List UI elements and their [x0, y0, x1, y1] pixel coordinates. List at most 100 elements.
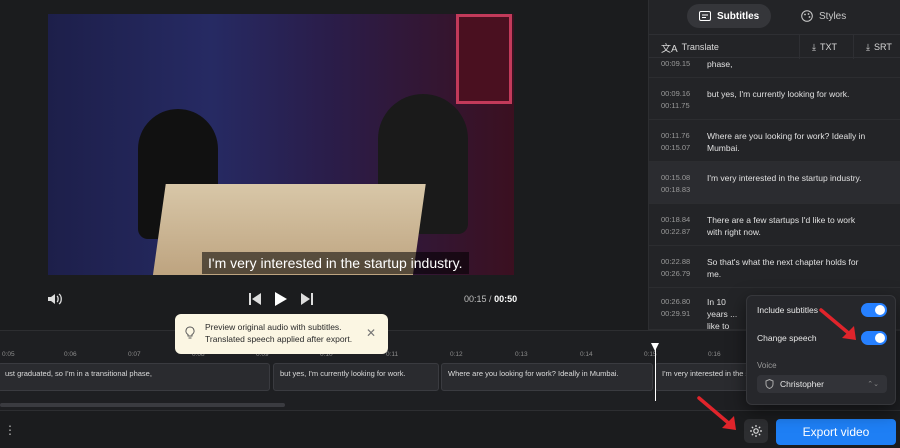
subtitle-end: 00:22.87 — [661, 227, 691, 236]
subtitle-overlay: I'm very interested in the startup indus… — [202, 252, 469, 274]
volume-icon[interactable] — [47, 292, 63, 306]
download-srt-button[interactable]: ⤓ SRT — [853, 35, 892, 59]
list-item[interactable]: 00:09.15 phase, — [649, 58, 900, 78]
list-item[interactable]: 00:18.84 00:22.87 There are a few startu… — [649, 204, 900, 246]
subtitle-times: 00:15.08 00:18.83 — [661, 172, 690, 196]
ruler-tick: 0:12 — [450, 351, 463, 358]
playback-time: 00:15 / 00:50 — [464, 294, 517, 304]
gear-icon — [750, 425, 762, 437]
chevron-updown-icon: ⌃⌄ — [867, 381, 879, 388]
video-stage: I'm very interested in the startup indus… — [0, 0, 648, 330]
editor-app: I'm very interested in the startup indus… — [0, 0, 900, 448]
subtitle-toolbar: 文A Translate ⤓ TXT ⤓ SRT — [649, 34, 900, 59]
playhead[interactable] — [655, 345, 656, 401]
subtitle-start: 00:09.15 — [661, 59, 691, 68]
voice-select[interactable]: Christopher ⌃⌄ — [757, 375, 887, 393]
next-icon[interactable] — [300, 292, 314, 306]
list-item[interactable]: 00:11.76 00:15.07 Where are you looking … — [649, 120, 900, 162]
ruler-tick: 0:13 — [515, 351, 528, 358]
subtitle-times: 00:09.15 — [661, 58, 690, 70]
subtitle-panel: Subtitles Styles 文A Translate ⤓ TXT ⤓ SR… — [648, 0, 900, 330]
ruler-tick: 0:11 — [386, 351, 399, 358]
translate-button[interactable]: 文A Translate — [661, 35, 719, 59]
time-separator: / — [489, 294, 492, 304]
export-video-button[interactable]: Export video — [776, 419, 896, 445]
ruler-tick: 0:16 — [708, 351, 721, 358]
tooltip-close-icon[interactable]: ✕ — [366, 327, 376, 339]
subtitle-end: 00:18.83 — [661, 185, 691, 194]
tooltip-line-2: Translated speech applied after export. — [205, 334, 353, 344]
timeline-scrollbar[interactable] — [0, 403, 285, 407]
subtitle-end: 00:15.07 — [661, 143, 691, 152]
subtitle-text[interactable]: I'm very interested in the startup indus… — [707, 172, 867, 184]
palette-icon — [801, 10, 813, 22]
include-subtitles-toggle[interactable] — [861, 303, 887, 317]
download-icon: ⤓ — [866, 41, 870, 52]
ruler-tick: 0:05 — [2, 351, 15, 358]
change-speech-toggle[interactable] — [861, 331, 887, 345]
subtitle-start: 00:09.16 — [661, 89, 691, 98]
subtitle-text[interactable]: In 10 years ... like to hav... — [707, 296, 747, 330]
voice-shield-icon — [765, 379, 774, 389]
subtitle-times: 00:26.80 00:29.91 — [661, 296, 690, 320]
ruler-tick: 0:14 — [580, 351, 593, 358]
change-speech-label: Change speech — [757, 333, 817, 343]
subtitle-clip[interactable]: Where are you looking for work? Ideally … — [441, 363, 653, 391]
list-item[interactable]: 00:09.16 00:11.75 but yes, I'm currently… — [649, 78, 900, 120]
list-item-selected[interactable]: 00:15.08 00:18.83 I'm very interested in… — [649, 162, 900, 204]
download-icon: ⤓ — [812, 41, 816, 52]
video-preview[interactable]: I'm very interested in the startup indus… — [48, 14, 514, 275]
translate-icon: 文A — [661, 43, 678, 55]
txt-label: TXT — [819, 42, 837, 52]
include-subtitles-label: Include subtitles — [757, 305, 818, 315]
tab-styles-label: Styles — [819, 10, 847, 22]
subtitle-start: 00:18.84 — [661, 215, 691, 224]
subtitle-times: 00:11.76 00:15.07 — [661, 130, 690, 154]
voice-label: Voice — [757, 361, 777, 370]
subtitle-clip[interactable]: ust graduated, so I'm in a transitional … — [0, 363, 270, 391]
subtitle-end: 00:29.91 — [661, 309, 691, 318]
play-icon[interactable] — [274, 291, 288, 307]
subtitle-end: 00:11.75 — [661, 101, 690, 110]
subtitle-start: 00:22.88 — [661, 257, 691, 266]
subtitle-text[interactable]: but yes, I'm currently looking for work. — [707, 88, 867, 100]
tooltip-line-1: Preview original audio with subtitles. — [205, 322, 342, 332]
subtitle-times: 00:18.84 00:22.87 — [661, 214, 690, 238]
annotation-arrow-icon — [697, 396, 736, 430]
wall-frame-art — [456, 14, 512, 104]
tab-subtitles-label: Subtitles — [717, 10, 760, 22]
subtitle-text[interactable]: There are a few startups I'd like to wor… — [707, 214, 867, 238]
subtitle-start: 00:11.76 — [661, 131, 690, 140]
translate-label: Translate — [681, 42, 719, 52]
list-item[interactable]: 00:22.88 00:26.79 So that's what the nex… — [649, 246, 900, 288]
panel-tabs: Subtitles Styles — [649, 0, 900, 32]
subtitles-icon — [699, 11, 711, 21]
more-options-icon[interactable]: ⋮ — [4, 423, 16, 437]
ruler-tick: 0:06 — [64, 351, 77, 358]
download-txt-button[interactable]: ⤓ TXT — [799, 35, 837, 59]
duration: 00:50 — [494, 294, 518, 304]
subtitle-text[interactable]: Where are you looking for work? Ideally … — [707, 130, 867, 154]
current-time: 00:15 — [464, 294, 487, 304]
playback-controls: 00:15 / 00:50 — [0, 286, 648, 312]
bottom-bar: ⋮ Export video — [0, 410, 900, 448]
subtitle-start: 00:26.80 — [661, 297, 691, 306]
preview-tooltip: Preview original audio with subtitles. T… — [175, 314, 388, 354]
ruler-tick: 0:07 — [128, 351, 141, 358]
srt-label: SRT — [873, 42, 892, 52]
subtitle-text[interactable]: So that's what the next chapter holds fo… — [707, 256, 867, 280]
subtitle-end: 00:26.79 — [661, 269, 691, 278]
tab-subtitles[interactable]: Subtitles — [687, 4, 772, 28]
subtitle-text[interactable]: phase, — [707, 58, 867, 70]
lightbulb-icon — [185, 326, 195, 339]
subtitle-start: 00:15.08 — [661, 173, 691, 182]
subtitle-times: 00:22.88 00:26.79 — [661, 256, 690, 280]
settings-button[interactable] — [744, 419, 768, 443]
subtitle-list: 00:09.15 phase, 00:09.16 00:11.75 but ye… — [649, 58, 900, 330]
subtitle-times: 00:09.16 00:11.75 — [661, 88, 690, 112]
previous-icon[interactable] — [248, 292, 262, 306]
voice-value: Christopher — [780, 379, 824, 389]
annotation-arrow-icon — [819, 308, 856, 340]
subtitle-clip[interactable]: but yes, I'm currently looking for work. — [273, 363, 439, 391]
tab-styles[interactable]: Styles — [789, 4, 858, 28]
